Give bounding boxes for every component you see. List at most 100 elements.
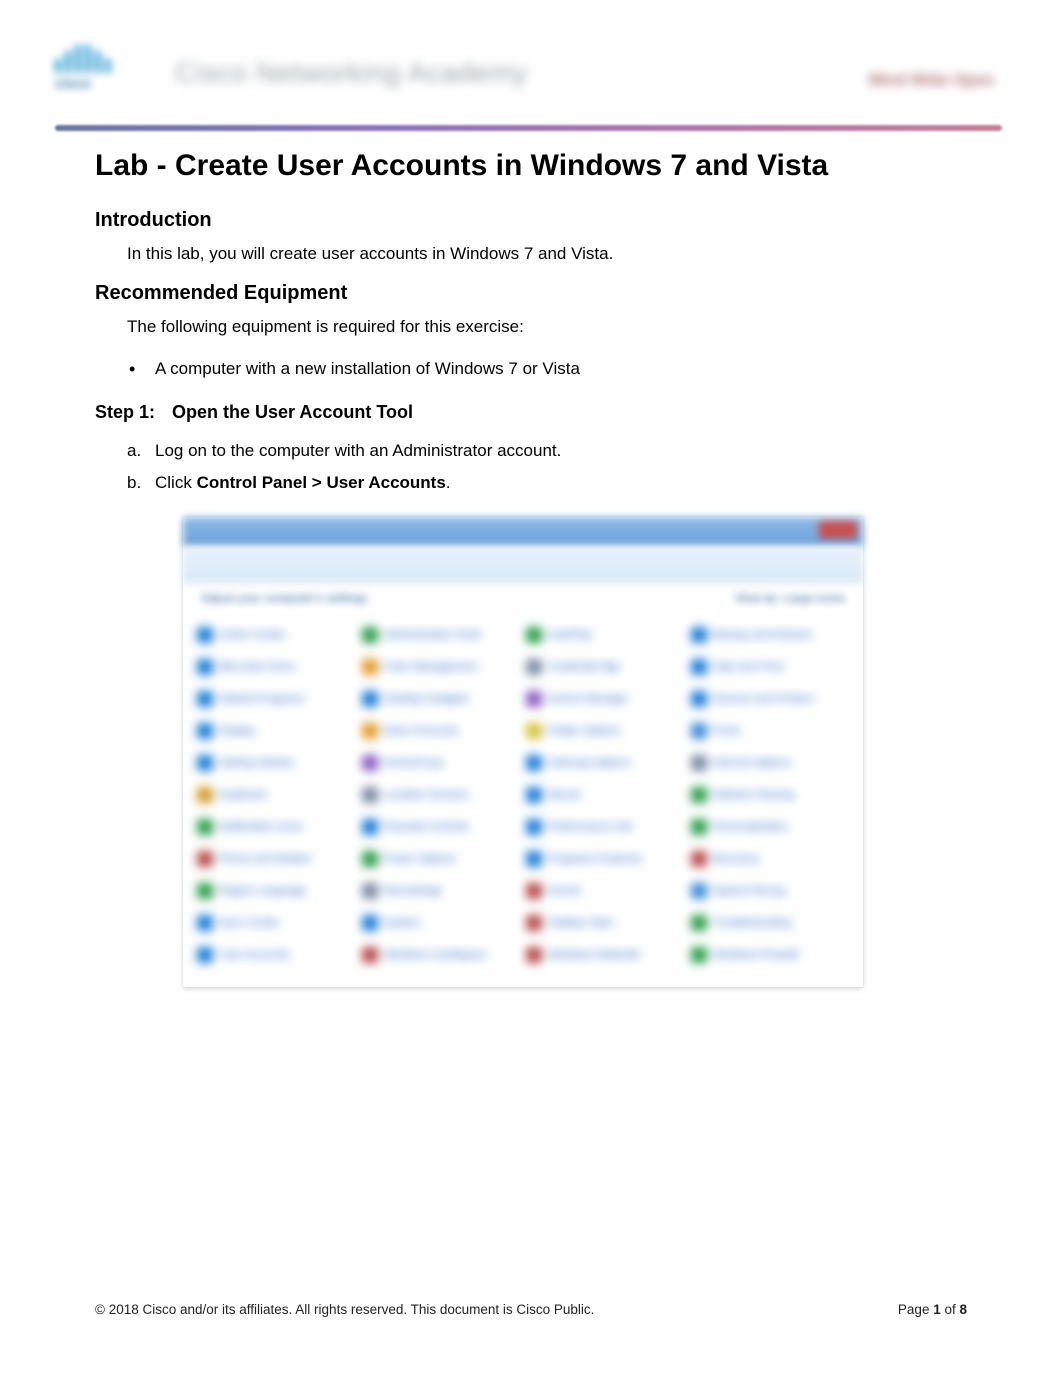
control-panel-item-icon	[691, 627, 707, 643]
introduction-body: In this lab, you will create user accoun…	[127, 242, 967, 266]
control-panel-item: Default Programs	[197, 687, 356, 711]
control-panel-item-icon	[197, 787, 213, 803]
control-panel-item: Keyboard	[197, 783, 356, 807]
control-panel-item-label: Sound	[548, 885, 580, 897]
control-panel-item-icon	[691, 915, 707, 931]
control-panel-item: Sound	[526, 879, 685, 903]
list-item: a. Log on to the computer with an Admini…	[127, 435, 967, 467]
control-panel-item-label: Action Center	[219, 629, 286, 641]
control-panel-item-icon	[691, 691, 707, 707]
control-panel-item: Windows Defender	[526, 943, 685, 967]
control-panel-item-label: Display	[219, 725, 255, 737]
control-panel-item-label: Default Programs	[219, 693, 305, 705]
control-panel-item: Region Language	[197, 879, 356, 903]
control-panel-item: Date and Time	[691, 655, 850, 679]
control-panel-item-label: Personalization	[713, 821, 788, 833]
li-marker: b.	[127, 467, 141, 499]
control-panel-item-label: Windows CardSpace	[384, 949, 487, 961]
control-panel-item-label: AutoPlay	[548, 629, 592, 641]
control-panel-item: Fonts	[691, 719, 850, 743]
control-panel-item-label: Troubleshooting	[713, 917, 791, 929]
list-item: A computer with a new installation of Wi…	[127, 355, 967, 382]
control-panel-item: BitLocker Drive...	[197, 655, 356, 679]
control-panel-item-label: Getting Started	[219, 757, 293, 769]
control-panel-item: Taskbar Start	[526, 911, 685, 935]
banner-divider	[55, 125, 1002, 131]
control-panel-item: Windows CardSpace	[362, 943, 521, 967]
window-subbar: Adjust your computer's settings View by:…	[183, 583, 863, 613]
control-panel-item: Display	[197, 719, 356, 743]
control-panel-item-icon	[362, 851, 378, 867]
banner-tagline: Mind Wide Open	[869, 72, 994, 90]
control-panel-item-icon	[362, 755, 378, 771]
control-panel-item-icon	[691, 819, 707, 835]
page-number: Page 1 of 8	[898, 1302, 967, 1317]
li-bold: Control Panel > User Accounts	[197, 473, 446, 492]
control-panel-item-icon	[526, 915, 542, 931]
control-panel-item-icon	[362, 819, 378, 835]
control-panel-item: Mouse	[526, 783, 685, 807]
control-panel-item-icon	[691, 787, 707, 803]
cisco-logo: cisco	[55, 45, 145, 100]
subbar-right-text: View by: Large icons	[734, 591, 845, 605]
control-panel-item: Location Sensors	[362, 783, 521, 807]
control-panel-item-label: Speech Recog.	[713, 885, 788, 897]
control-panel-item-label: Indexing Options	[548, 757, 631, 769]
control-panel-item-icon	[691, 755, 707, 771]
header-banner: cisco Cisco Networking Academy Mind Wide…	[55, 40, 1002, 105]
control-panel-item: Backup and Restore	[691, 623, 850, 647]
li-suffix: .	[446, 473, 451, 492]
control-panel-item-label: Phone and Modem	[219, 853, 312, 865]
control-panel-item-icon	[691, 851, 707, 867]
control-panel-item: Credential Mgr	[526, 655, 685, 679]
control-panel-item: Internet Options	[691, 751, 850, 775]
control-panel-item-icon	[526, 627, 542, 643]
control-panel-item-label: Color Management	[384, 661, 478, 673]
control-panel-item-label: Backup and Restore	[713, 629, 813, 641]
page-footer: © 2018 Cisco and/or its affiliates. All …	[95, 1302, 967, 1317]
control-panel-item-label: Date and Time	[713, 661, 785, 673]
control-panel-item: Action Center	[197, 623, 356, 647]
control-panel-item-label: Devices and Printers	[713, 693, 815, 705]
control-panel-item-label: Internet Options	[713, 757, 791, 769]
control-panel-item-label: Administrative Tools	[384, 629, 482, 641]
control-panel-item: System	[362, 911, 521, 935]
control-panel-item: Troubleshooting	[691, 911, 850, 935]
control-panel-item-icon	[362, 691, 378, 707]
control-panel-item-label: Region Language	[219, 885, 306, 897]
control-panel-item-label: Keyboard	[219, 789, 266, 801]
control-panel-item-icon	[691, 883, 707, 899]
control-panel-item: Devices and Printers	[691, 687, 850, 711]
control-panel-item-label: Windows Defender	[548, 949, 641, 961]
subbar-left-text: Adjust your computer's settings	[201, 591, 367, 605]
control-panel-item-icon	[526, 819, 542, 835]
control-panel-item-label: User Accounts	[219, 949, 290, 961]
control-panel-item-label: Power Options	[384, 853, 456, 865]
window-toolbar	[183, 547, 863, 583]
control-panel-item: Desktop Gadgets	[362, 687, 521, 711]
step-title: Open the User Account Tool	[172, 402, 413, 422]
control-panel-item-icon	[362, 723, 378, 739]
control-panel-item-label: RemoteApp	[384, 885, 442, 897]
control-panel-item-icon	[526, 851, 542, 867]
control-panel-item-label: Windows Firewall	[713, 949, 799, 961]
control-panel-item-icon	[197, 915, 213, 931]
control-panel-item-icon	[197, 819, 213, 835]
close-icon	[819, 521, 857, 539]
page-root: cisco Cisco Networking Academy Mind Wide…	[0, 0, 1062, 1377]
step-label: Step 1:	[95, 402, 167, 423]
control-panel-item: Power Options	[362, 847, 521, 871]
control-panel-item-icon	[362, 659, 378, 675]
control-panel-item: Notification Icons	[197, 815, 356, 839]
control-panel-item: Phone and Modem	[197, 847, 356, 871]
control-panel-item: Speech Recog.	[691, 879, 850, 903]
control-panel-item-icon	[197, 851, 213, 867]
control-panel-item-label: Parental Controls	[384, 821, 469, 833]
step-1-list: a. Log on to the computer with an Admini…	[127, 435, 967, 500]
cisco-logo-text: cisco	[55, 75, 145, 91]
page-title: Lab - Create User Accounts in Windows 7 …	[95, 149, 967, 183]
copyright-text: © 2018 Cisco and/or its affiliates. All …	[95, 1302, 594, 1317]
control-panel-item-label: BitLocker Drive...	[219, 661, 303, 673]
control-panel-item-icon	[362, 947, 378, 963]
control-panel-item-icon	[526, 755, 542, 771]
